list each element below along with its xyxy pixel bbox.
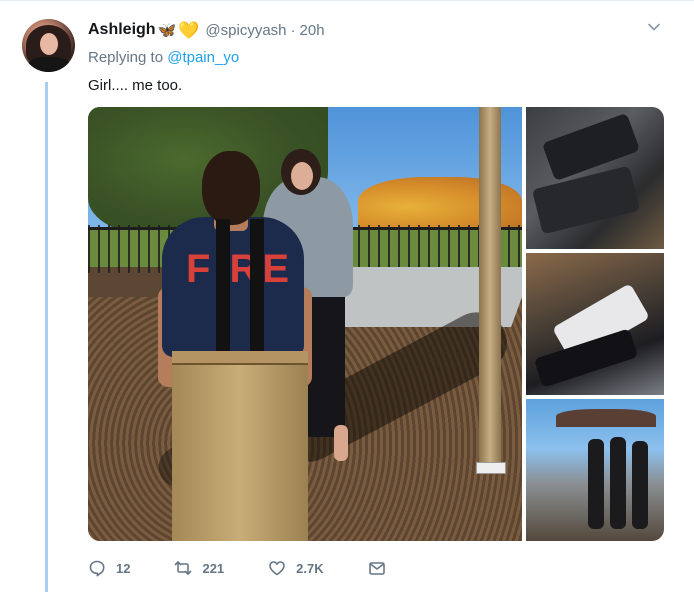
author-name[interactable]: Ashleigh (88, 21, 156, 39)
avatar-face (40, 33, 58, 55)
avatar[interactable] (22, 19, 75, 72)
replying-to: Replying to @tpain_yo (88, 49, 239, 66)
media-grid: FIRE (88, 107, 664, 541)
reply-action[interactable]: 12 (88, 559, 130, 577)
avatar-shirt (28, 57, 70, 72)
tweet-timestamp[interactable]: 20h (300, 22, 325, 39)
direct-message-action[interactable] (368, 559, 386, 577)
reply-icon (89, 560, 105, 577)
retweet-icon (175, 561, 192, 575)
photo-man-head (202, 151, 260, 225)
photo-suspender-left (216, 219, 230, 359)
thumb3-person-2 (610, 437, 626, 529)
top-divider (0, 0, 694, 1)
tweet-header: Ashleigh 🦋 💛 @spicyyash · 20h (88, 18, 325, 42)
like-action[interactable]: 2.7K (268, 559, 324, 577)
photo-girl-face (291, 162, 313, 190)
yellow-heart-emoji: 💛 (178, 20, 200, 40)
replying-to-label: Replying to (88, 49, 164, 66)
butterfly-emoji: 🦋 (157, 21, 177, 39)
thumbnail-photo-1[interactable] (526, 107, 664, 249)
photo-pole (479, 107, 501, 467)
thumbnail-photo-2[interactable] (526, 253, 664, 395)
chevron-down-icon[interactable] (647, 20, 661, 34)
thread-line (45, 82, 48, 592)
photo-shirt-text: FIRE (186, 247, 294, 291)
retweet-action[interactable]: 221 (174, 559, 224, 577)
like-count: 2.7K (296, 560, 324, 576)
tweet-text: Girl.... me too. (88, 77, 183, 94)
heart-icon (269, 561, 285, 576)
retweet-count: 221 (202, 560, 225, 576)
photo-suspender-right (250, 219, 264, 359)
photo-girl-foot (334, 425, 348, 461)
photo-pole-base (476, 462, 506, 474)
photo-man-pants (172, 351, 308, 541)
replying-to-mention[interactable]: @tpain_yo (167, 49, 239, 66)
main-photo[interactable]: FIRE (88, 107, 522, 541)
thumb3-person-1 (588, 439, 604, 529)
photo-man-belt (172, 351, 308, 365)
thumbnail-photo-3[interactable] (526, 399, 664, 541)
header-separator: · (290, 21, 296, 39)
author-handle[interactable]: @spicyyash (205, 22, 286, 39)
thumb3-person-3 (632, 441, 648, 529)
envelope-icon (368, 562, 385, 575)
thumb1-figure-2 (531, 165, 641, 235)
reply-count: 12 (116, 560, 131, 576)
thumb3-canopy (556, 409, 656, 427)
tweet-actions: 12 221 2.7K (88, 556, 386, 580)
